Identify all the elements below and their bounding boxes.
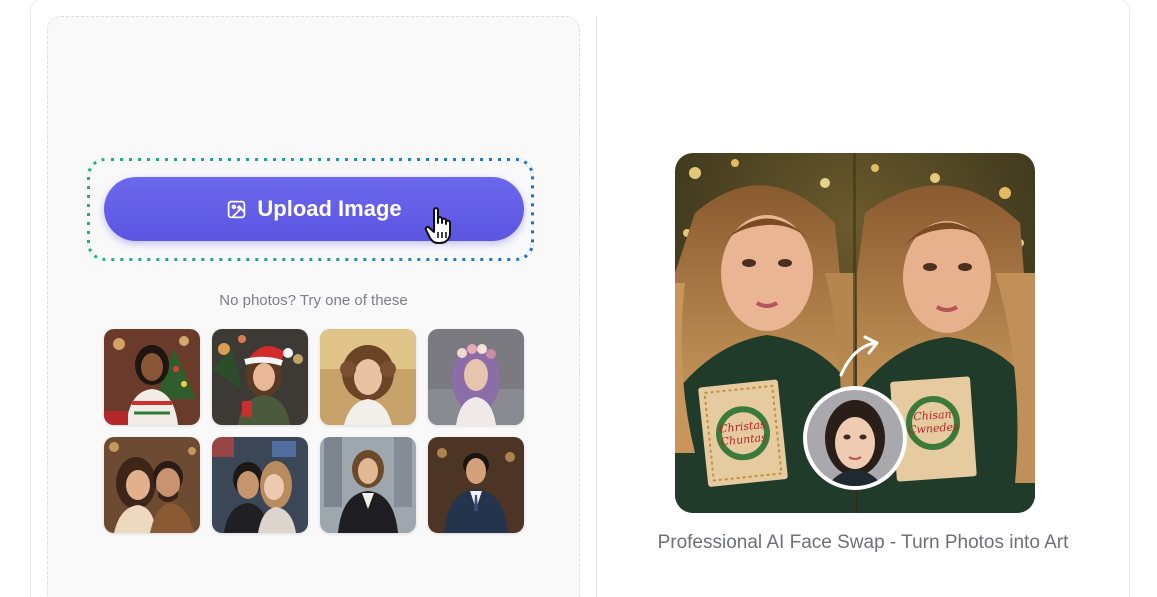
upload-button-label: Upload Image (257, 196, 402, 221)
sample-thumbnail-businessman[interactable] (428, 437, 524, 533)
sample-thumbnail-businesswoman[interactable] (320, 437, 416, 533)
image-upload-icon (226, 199, 247, 220)
upload-image-button[interactable]: Upload Image (104, 177, 524, 241)
sample-thumbnail-christmas-sweater[interactable] (104, 329, 200, 425)
sample-thumbnail-santa-hat[interactable] (212, 329, 308, 425)
sample-thumbnail-flower-crown[interactable] (428, 329, 524, 425)
sample-thumbnail-couple-selfie[interactable] (104, 437, 200, 533)
sample-hint-text: No photos? Try one of these (219, 292, 408, 309)
sample-thumbnail-couple-city[interactable] (212, 437, 308, 533)
sample-photo-grid (104, 329, 525, 533)
face-swap-example-image: Christas Chuntas Chisan Cwnedes (675, 153, 1035, 513)
example-caption: Professional AI Face Swap - Turn Photos … (657, 532, 1069, 553)
sample-thumbnail-short-hair[interactable] (320, 329, 416, 425)
panel-divider (596, 16, 597, 597)
pointer-hand-icon (424, 206, 458, 246)
